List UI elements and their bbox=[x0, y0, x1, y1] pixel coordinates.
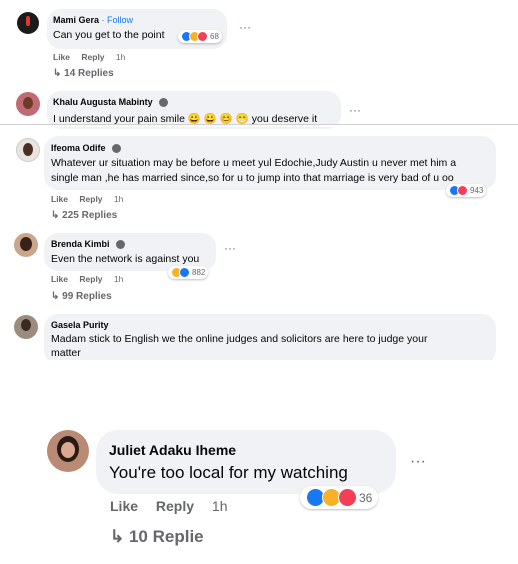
avatar[interactable] bbox=[14, 233, 38, 257]
follow-link[interactable]: · Follow bbox=[102, 15, 134, 25]
avatar[interactable] bbox=[16, 92, 40, 116]
commenter-name[interactable]: Mami Gera · Follow bbox=[53, 15, 133, 25]
reply-button[interactable]: Reply bbox=[79, 194, 102, 204]
view-replies-link[interactable]: ↳ 10 Replie bbox=[110, 527, 204, 547]
commenter-name-text[interactable]: Ifeoma Odife bbox=[51, 143, 106, 153]
reaction-summary[interactable]: 943 bbox=[446, 184, 487, 197]
timestamp[interactable]: 1h bbox=[114, 194, 123, 204]
top-fan-badge-icon bbox=[112, 144, 122, 154]
heart-badge-icon bbox=[159, 98, 169, 108]
reaction-count: 68 bbox=[210, 32, 219, 41]
view-replies-link[interactable]: ↳ 14 Replies bbox=[53, 68, 114, 79]
commenter-name: Gasela Purity bbox=[51, 320, 109, 330]
love-reaction-icon bbox=[457, 185, 468, 196]
reaction-summary[interactable]: 882 bbox=[168, 266, 209, 279]
commenter-name: Ifeoma Odife bbox=[51, 143, 122, 154]
comment-text-line1: Whatever ur situation may be before u me… bbox=[51, 157, 457, 169]
comment-text: Can you get to the point bbox=[53, 29, 165, 41]
avatar[interactable] bbox=[17, 12, 39, 34]
avatar[interactable] bbox=[47, 430, 89, 472]
timestamp[interactable]: 1h bbox=[212, 498, 228, 514]
comment-text-line2: single man ,he has married since,so for … bbox=[51, 172, 454, 184]
timestamp[interactable]: 1h bbox=[114, 274, 123, 284]
avatar[interactable] bbox=[16, 138, 40, 162]
comment-actions: Like Reply 1h bbox=[51, 194, 132, 204]
more-options-icon[interactable]: ··· bbox=[345, 102, 365, 122]
comment-text-line1: Madam stick to English we the online jud… bbox=[51, 333, 428, 345]
comment-bubble bbox=[96, 430, 396, 494]
commenter-name-text[interactable]: Gasela Purity bbox=[51, 320, 109, 330]
like-reaction-icon bbox=[179, 267, 190, 278]
commenter-name: Brenda Kimbi bbox=[51, 239, 126, 250]
reaction-count: 943 bbox=[470, 186, 484, 195]
follow-label[interactable]: Follow bbox=[107, 15, 133, 25]
love-reaction-icon bbox=[338, 488, 357, 507]
commenter-name-text[interactable]: Khalu Augusta Mabinty bbox=[53, 97, 153, 107]
screenshot-cut bbox=[0, 360, 518, 420]
commenter-name-text[interactable]: Mami Gera bbox=[53, 15, 99, 25]
commenter-name: Khalu Augusta Mabinty bbox=[53, 97, 169, 108]
screenshot-cut bbox=[0, 124, 518, 127]
reaction-count: 36 bbox=[359, 490, 373, 505]
comment-actions: Like Reply 1h bbox=[51, 274, 132, 284]
more-options-icon[interactable]: ··· bbox=[404, 452, 432, 476]
reaction-count: 882 bbox=[192, 268, 206, 277]
view-replies-link[interactable]: ↳ 99 Replies bbox=[51, 291, 112, 302]
love-reaction-icon bbox=[197, 31, 208, 42]
timestamp[interactable]: 1h bbox=[116, 52, 125, 62]
commenter-name: Juliet Adaku Iheme bbox=[109, 442, 236, 458]
comment-actions: Like Reply 1h bbox=[53, 52, 134, 62]
reaction-summary[interactable]: 36 bbox=[300, 486, 379, 509]
avatar[interactable] bbox=[14, 315, 38, 339]
view-replies-link[interactable]: ↳ 225 Replies bbox=[51, 210, 117, 221]
more-options-icon[interactable]: ··· bbox=[234, 18, 256, 40]
more-options-icon[interactable]: ··· bbox=[220, 240, 240, 260]
reaction-summary[interactable]: 68 bbox=[178, 30, 222, 43]
comment-text: Even the network is against you bbox=[51, 253, 200, 265]
comment-khalu-augusta-mabinty: Khalu Augusta Mabinty I understand your … bbox=[0, 86, 518, 129]
comment-juliet-adaku-iheme: Juliet Adaku Iheme You're too local for … bbox=[0, 420, 518, 564]
commenter-name-text[interactable]: Brenda Kimbi bbox=[51, 239, 110, 249]
comment-text: You're too local for my watching bbox=[109, 463, 348, 482]
like-button[interactable]: Like bbox=[51, 274, 68, 284]
like-button[interactable]: Like bbox=[110, 498, 138, 514]
top-fan-badge-icon bbox=[116, 240, 126, 250]
like-button[interactable]: Like bbox=[51, 194, 68, 204]
comment-mami-gera: Mami Gera · Follow Can you get to the po… bbox=[0, 0, 518, 86]
reply-button[interactable]: Reply bbox=[81, 52, 104, 62]
comment-brenda-kimbi: Brenda Kimbi Even the network is against… bbox=[0, 228, 518, 312]
reply-button[interactable]: Reply bbox=[79, 274, 102, 284]
like-button[interactable]: Like bbox=[53, 52, 70, 62]
commenter-name-text[interactable]: Juliet Adaku Iheme bbox=[109, 442, 236, 458]
reply-button[interactable]: Reply bbox=[156, 498, 194, 514]
comment-text-line2: matter bbox=[51, 347, 81, 359]
comment-ifeoma-odife: Ifeoma Odife Whatever ur situation may b… bbox=[0, 130, 518, 228]
comment-actions: Like Reply 1h bbox=[110, 498, 237, 514]
comment-gasela-purity: Gasela Purity Madam stick to English we … bbox=[0, 312, 518, 364]
